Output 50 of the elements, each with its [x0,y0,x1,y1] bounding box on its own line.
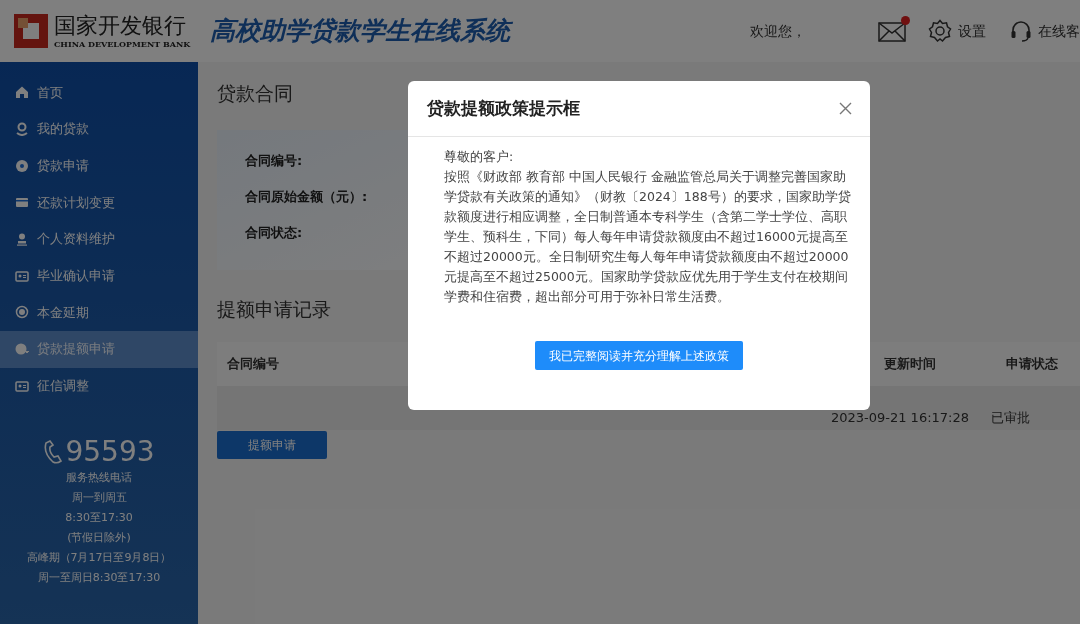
table-cell-text: 已审批 [991,408,1030,427]
circle-icon [15,158,29,173]
field-label: 合同编号: [245,152,303,170]
id-card-icon [15,268,29,283]
mail-icon[interactable] [878,20,906,42]
coin-icon [15,342,29,357]
hotline-number: 95593 [65,436,155,469]
welcome-text: 欢迎您， [750,21,806,41]
raise-limit-button[interactable]: 提额申请 [217,431,327,459]
hotline-info: 周一至周日8:30至17:30 [37,570,161,587]
bank-name-english: CHINA DEVELOPMENT BANK [54,39,191,49]
close-icon[interactable] [839,102,852,115]
sidebar-item[interactable]: 首页 [0,74,198,111]
field-label: 合同原始金额（元）: [245,188,368,206]
column-header: 合同编号 [227,355,279,374]
hotline-info: 周一到周五 [71,490,127,507]
sidebar-item[interactable]: 个人资料维护 [0,220,198,258]
online-service-link[interactable]: 在线客 [1038,20,1080,42]
section-title: 提额申请记录 [217,297,331,322]
field-label: 合同状态: [245,224,303,242]
sidebar-item[interactable]: 贷款提额申请 [0,330,198,368]
sidebar-item[interactable]: 贷款申请 [0,147,198,185]
column-header: 更新时间 [884,355,936,374]
dialog-greeting: 尊敬的客户: [444,148,514,166]
card-icon [15,195,29,210]
user-icon [15,122,29,137]
dialog-title: 贷款提额政策提示框 [427,96,580,120]
person-icon [15,232,29,247]
policy-text: 按照《财政部 教育部 中国人民银行 金融监管总局关于调整完善国家助学贷款有关政策的通知》（财教〔2024〕188号）的要求，国家助学贷款额度进行相应调整，全日制普通本专科学生（含第二学士学位、高职学生、预科生，下同）每人每年申请贷款额度由不超过16000元提高至不超过20000元。全日制研究生每人每年申请贷款额度由不超过20000元提高至不超过25000元。国家助学贷款应优先用于学生支付在校期间学费和住宿费，超出部分可用于弥补日常生活费。 [444,168,852,306]
table-cell-text: 2023-09-21 16:17:28 [830,408,969,427]
confirm-button[interactable]: 我已完整阅读并充分理解上述政策 [535,341,743,370]
ring-icon [15,305,29,320]
hotline-info: 8:30至17:30 [65,510,133,527]
column-header: 申请状态 [1006,355,1058,374]
hotline-info: 高峰期（7月17日至9月8日） [26,550,172,567]
id-card-icon [15,378,29,393]
sidebar-item[interactable]: 毕业确认申请 [0,257,198,295]
settings-link[interactable]: 设置 [958,20,986,42]
bank-logo-icon [14,14,48,48]
home-icon [15,85,29,100]
sidebar-item[interactable]: 我的贷款 [0,110,198,148]
hotline-info: (节假日除外) [67,530,131,547]
system-title: 高校助学贷款学生在线系统 [210,15,511,48]
sidebar-item[interactable]: 本金延期 [0,294,198,331]
bank-name: 国家开发银行 [54,13,187,39]
settings-icon[interactable] [928,19,952,43]
hotline-info: 服务热线电话 [66,470,132,487]
headset-icon[interactable] [1010,19,1032,43]
section-title: 贷款合同 [217,81,293,106]
sidebar-item[interactable]: 还款计划变更 [0,184,198,221]
